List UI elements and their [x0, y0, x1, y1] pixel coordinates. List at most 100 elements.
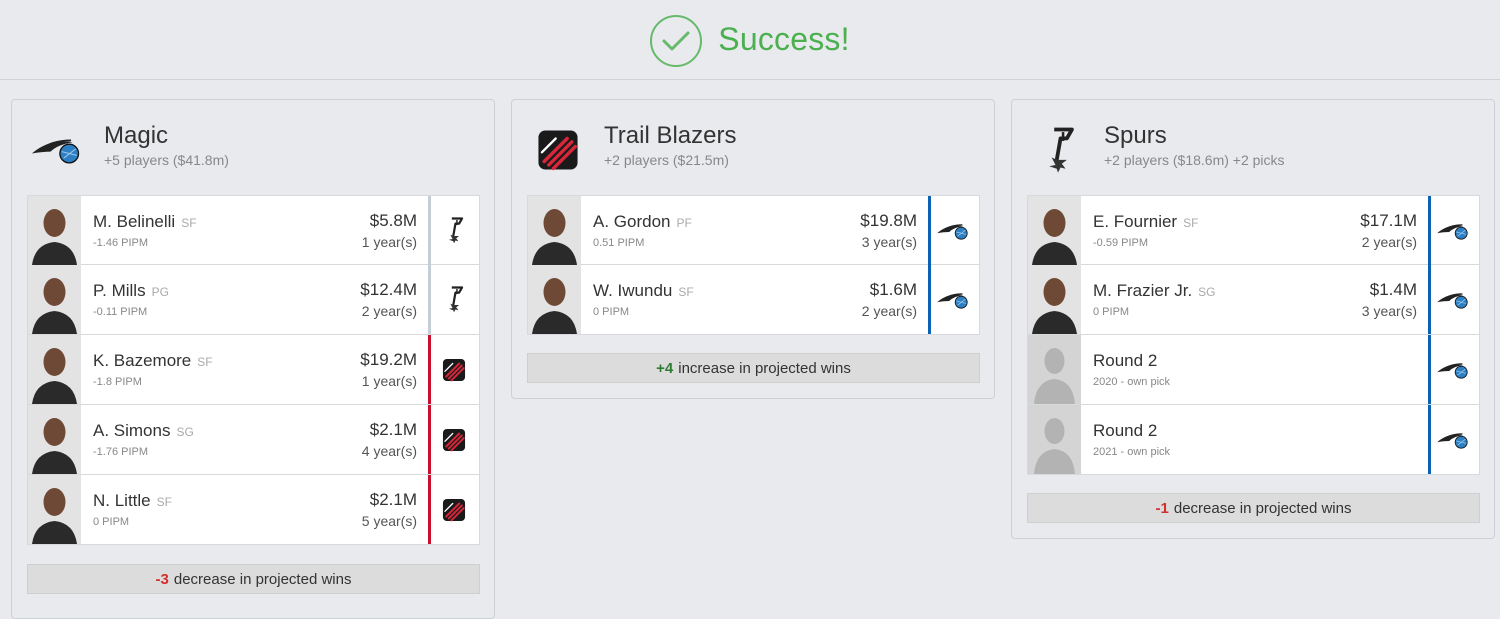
blazers-logo-icon [530, 122, 586, 178]
placeholder-avatar [1028, 405, 1081, 474]
player-headshot [528, 196, 581, 265]
player-row[interactable]: A. Simons SG -1.76 PIPM $2.1M 4 year(s) [27, 405, 480, 475]
success-title: Success! [718, 21, 850, 57]
player-pipm: 2021 - own pick [1093, 446, 1171, 458]
player-name: Round 2 [1093, 351, 1158, 370]
player-name-line: W. Iwundu SF [593, 281, 694, 301]
player-name-line: A. Simons SG [93, 421, 194, 441]
player-name: E. Fournier [1093, 212, 1178, 231]
player-salary: $2.1M [369, 490, 417, 509]
player-name-line: M. Frazier Jr. SG [1093, 281, 1216, 301]
player-headshot [1028, 196, 1081, 265]
spurs-logo-icon [429, 265, 479, 334]
player-position: SF [156, 495, 172, 509]
player-headshot [28, 405, 81, 474]
contract-years: 1 year(s) [361, 234, 417, 250]
magic-logo-icon [929, 265, 979, 334]
contract-years: 3 year(s) [861, 234, 917, 250]
player-name: M. Belinelli [93, 212, 176, 231]
contract-years: 2 year(s) [1361, 234, 1417, 250]
player-position: SG [176, 425, 194, 439]
wins-delta: -3 [155, 570, 169, 588]
success-banner: Success! [0, 0, 1500, 80]
projected-wins-summary: +4 increase in projected wins [527, 353, 980, 383]
contract-years: 5 year(s) [361, 513, 417, 529]
contract-years: 3 year(s) [1361, 303, 1417, 319]
player-name: N. Little [93, 491, 151, 510]
player-name-line: M. Belinelli SF [93, 212, 197, 232]
draft-pick-row[interactable]: Round 2 2021 - own pick [1027, 405, 1480, 475]
player-headshot [28, 335, 81, 404]
team-panel-spurs: Spurs +2 players ($18.6m) +2 picks E. Fo… [1011, 99, 1495, 539]
player-name-line: N. Little SF [93, 491, 172, 511]
player-position: PG [151, 285, 169, 299]
player-list: A. Gordon PF 0.51 PIPM $19.8M 3 year(s) W. Iw… [527, 195, 980, 335]
blazers-logo-icon [429, 405, 479, 474]
player-name: M. Frazier Jr. [1093, 281, 1193, 300]
player-salary: $19.2M [360, 350, 417, 369]
contract-years: 2 year(s) [361, 303, 417, 319]
player-row[interactable]: W. Iwundu SF 0 PIPM $1.6M 2 year(s) [527, 265, 980, 335]
player-row[interactable]: N. Little SF 0 PIPM $2.1M 5 year(s) [27, 475, 480, 545]
player-list: M. Belinelli SF -1.46 PIPM $5.8M 1 year(s) P.… [27, 195, 480, 545]
wins-delta: -1 [1155, 499, 1169, 517]
team-name: Trail Blazers [604, 122, 737, 149]
player-pipm: -1.46 PIPM [93, 237, 149, 249]
player-row[interactable]: A. Gordon PF 0.51 PIPM $19.8M 3 year(s) [527, 195, 980, 265]
player-name: Round 2 [1093, 421, 1158, 440]
contract-years: 2 year(s) [861, 303, 917, 319]
player-pipm: 2020 - own pick [1093, 376, 1171, 388]
player-pipm: 0.51 PIPM [593, 237, 645, 249]
wins-delta-text: decrease in projected wins [173, 570, 352, 588]
magic-logo-icon [30, 122, 86, 178]
player-salary: $5.8M [369, 211, 417, 230]
team-name: Magic [104, 122, 169, 149]
player-row[interactable]: M. Belinelli SF -1.46 PIPM $5.8M 1 year(s) [27, 195, 480, 265]
player-headshot [1028, 265, 1081, 334]
player-salary: $1.6M [869, 280, 917, 299]
player-row[interactable]: E. Fournier SF -0.59 PIPM $17.1M 2 year(s) [1027, 195, 1480, 265]
player-name-line: A. Gordon PF [593, 212, 692, 232]
player-row[interactable]: M. Frazier Jr. SG 0 PIPM $1.4M 3 year(s) [1027, 265, 1480, 335]
magic-logo-icon [1429, 196, 1479, 265]
placeholder-avatar [1028, 335, 1081, 404]
blazers-logo-icon [429, 335, 479, 404]
team-header: Trail Blazers +2 players ($21.5m) [512, 100, 994, 196]
projected-wins-summary: -1 decrease in projected wins [1027, 493, 1480, 523]
team-header: Spurs +2 players ($18.6m) +2 picks [1012, 100, 1494, 196]
player-row[interactable]: K. Bazemore SF -1.8 PIPM $19.2M 1 year(s) [27, 335, 480, 405]
player-name-line: E. Fournier SF [1093, 212, 1198, 232]
player-salary: $1.4M [1369, 280, 1417, 299]
player-name-line: P. Mills PG [93, 281, 169, 301]
contract-years: 1 year(s) [361, 373, 417, 389]
player-name-line: Round 2 [1093, 351, 1163, 371]
team-header: Magic +5 players ($41.8m) [12, 100, 494, 196]
draft-pick-row[interactable]: Round 2 2020 - own pick [1027, 335, 1480, 405]
projected-wins-summary: -3 decrease in projected wins [27, 564, 480, 594]
player-pipm: 0 PIPM [593, 306, 630, 318]
player-position: PF [676, 216, 692, 230]
player-headshot [28, 265, 81, 334]
player-position: SF [197, 355, 213, 369]
team-panel-magic: Magic +5 players ($41.8m) M. Belinelli SF… [11, 99, 495, 619]
team-subtitle: +2 players ($21.5m) [604, 152, 729, 168]
player-row[interactable]: P. Mills PG -0.11 PIPM $12.4M 2 year(s) [27, 265, 480, 335]
player-salary: $17.1M [1360, 211, 1417, 230]
player-pipm: 0 PIPM [1093, 306, 1130, 318]
player-position: SF [181, 216, 197, 230]
magic-logo-icon [1429, 335, 1479, 404]
player-name: P. Mills [93, 281, 146, 300]
player-list: E. Fournier SF -0.59 PIPM $17.1M 2 year(s) M.… [1027, 195, 1480, 475]
player-position: SF [678, 285, 694, 299]
player-headshot [28, 196, 81, 265]
player-salary: $12.4M [360, 280, 417, 299]
player-pipm: -0.11 PIPM [93, 306, 148, 318]
player-pipm: -1.76 PIPM [93, 446, 149, 458]
player-position: SG [1198, 285, 1216, 299]
check-circle-icon [650, 14, 703, 67]
magic-logo-icon [929, 196, 979, 265]
player-headshot [528, 265, 581, 334]
wins-delta-text: decrease in projected wins [1173, 499, 1352, 517]
player-pipm: 0 PIPM [93, 516, 130, 528]
spurs-logo-icon [1030, 122, 1086, 178]
